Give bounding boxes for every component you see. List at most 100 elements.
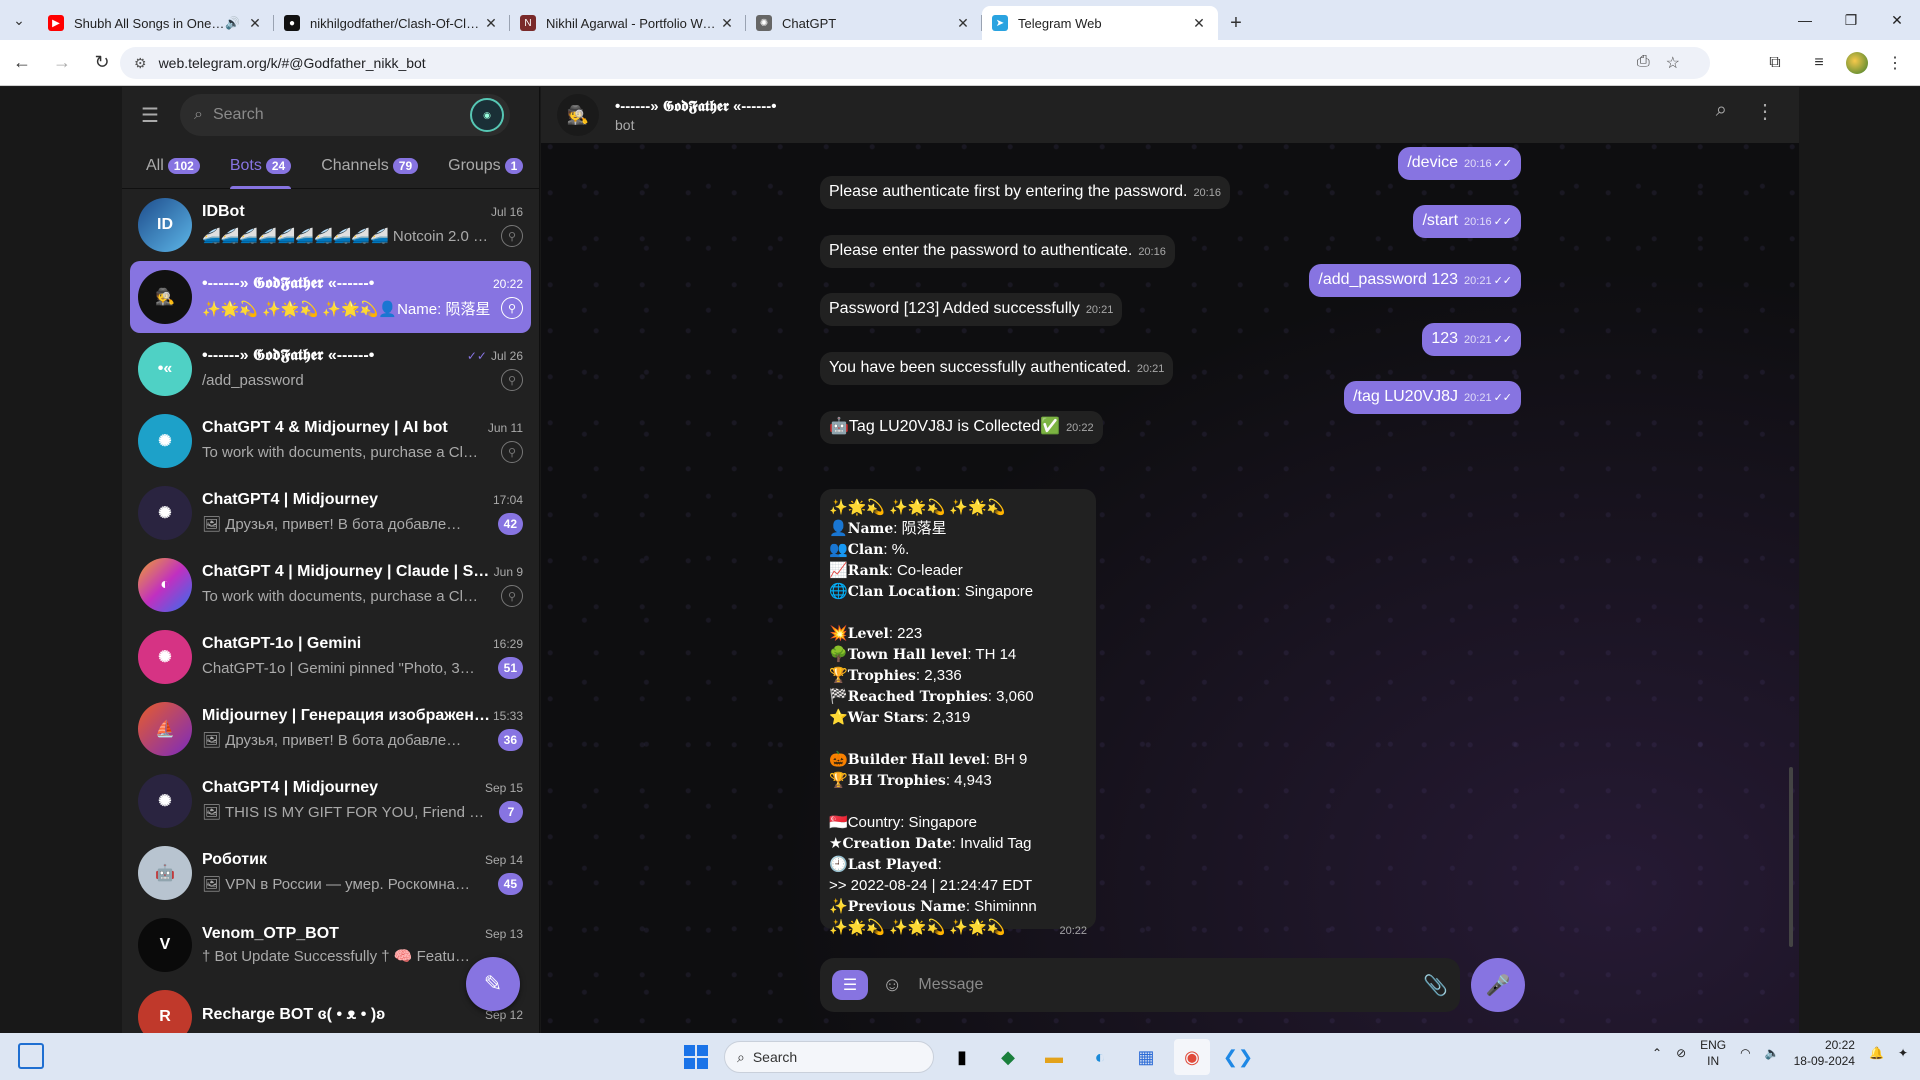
chat-list-item[interactable]: ✺ ChatGPT 4 & Midjourney | AI bot Jun 11 …: [130, 405, 531, 477]
install-app-icon[interactable]: ⎙: [1637, 53, 1650, 73]
main-menu-icon[interactable]: ☰: [132, 97, 168, 133]
clock[interactable]: 20:22 18-09-2024: [1794, 1037, 1855, 1069]
extensions-icon[interactable]: ⧉: [1758, 46, 1792, 80]
outgoing-message[interactable]: /start 20:16 ✓✓: [1413, 205, 1521, 238]
outgoing-message[interactable]: /tag LU20VJ8J 20:21 ✓✓: [1344, 381, 1521, 414]
close-tab-icon[interactable]: ✕: [954, 15, 972, 32]
card-lastplayed-row: 🕘Last Played:: [829, 856, 942, 873]
search-icon[interactable]: ⌕: [1716, 99, 1727, 124]
chat-header[interactable]: 🕵 •------» 𝕲𝖔𝖉𝕱𝖆𝖙𝖍𝖊𝖗 «------• bot ⌕ ⋮: [541, 87, 1799, 143]
chat-meta: Jun 9: [494, 563, 523, 581]
notification-icon[interactable]: 🔔: [1869, 1046, 1884, 1060]
close-tab-icon[interactable]: ✕: [482, 15, 500, 32]
search-input[interactable]: ⌕ Search ◉: [180, 94, 510, 136]
new-tab-button[interactable]: +: [1218, 6, 1254, 40]
folder-tab[interactable]: Bots 24: [229, 143, 292, 189]
chevron-up-icon[interactable]: ⌃: [1652, 1046, 1662, 1060]
chat-item-bottom: To work with documents, purchase a Cl… ⚲: [202, 585, 523, 607]
chat-time: Sep 13: [484, 927, 523, 941]
incoming-message[interactable]: Please enter the password to authenticat…: [820, 235, 1175, 268]
outgoing-message[interactable]: /add_password 123 20:21 ✓✓: [1309, 264, 1521, 297]
forward-button[interactable]: →: [44, 45, 80, 81]
taskbar-apps: ⌕ Search ▮ ◆ ▬ ◐ ▦ ◉ ❮❯: [678, 1039, 1256, 1075]
vscode-icon[interactable]: ❮❯: [1220, 1039, 1256, 1075]
folder-tab[interactable]: Channels 79: [321, 143, 419, 189]
chat-list-item[interactable]: ✺ ChatGPT4 | Midjourney Sep 15 🖼 THIS IS …: [130, 765, 531, 837]
chat-avatar[interactable]: 🕵: [557, 94, 599, 136]
profile-avatar[interactable]: [1846, 52, 1868, 74]
chat-list-item[interactable]: ◐ ChatGPT 4 | Midjourney | Claude | Suno…: [130, 549, 531, 621]
window-controls: — ❐ ✕: [1782, 0, 1920, 40]
wifi-icon[interactable]: ◠: [1740, 1046, 1750, 1060]
copilot-tray-icon[interactable]: ✦: [1898, 1046, 1908, 1060]
chat-meta: Sep 13: [485, 925, 523, 943]
chat-list-item[interactable]: ⛵ Midjourney | Генерация изображений 15:3…: [130, 693, 531, 765]
folder-tab[interactable]: Groups 1: [448, 143, 524, 189]
store-icon[interactable]: ▦: [1128, 1039, 1164, 1075]
browser-menu-icon[interactable]: ⋮: [1878, 46, 1912, 80]
copilot-icon[interactable]: ◆: [990, 1039, 1026, 1075]
folder-count-badge: 24: [265, 157, 292, 174]
chat-time: Jul 16: [490, 205, 523, 219]
start-button[interactable]: [678, 1039, 714, 1075]
emoji-icon[interactable]: ☺: [882, 974, 902, 997]
voice-record-button[interactable]: 🎤: [1471, 958, 1525, 1012]
back-button[interactable]: ←: [4, 45, 40, 81]
card-value: Country: Singapore: [847, 814, 977, 831]
taskbar-search[interactable]: ⌕ Search: [724, 1041, 934, 1073]
tab-search-button[interactable]: ⌄: [0, 0, 38, 40]
chat-item-bottom: 🚄🚄🚄🚄🚄🚄🚄🚄🚄🚄 Notcoin 2.0 – … ⚲: [202, 225, 523, 247]
minimize-button[interactable]: —: [1782, 0, 1828, 40]
network-off-icon[interactable]: ⊘: [1676, 1046, 1686, 1060]
close-tab-icon[interactable]: ✕: [718, 15, 736, 32]
file-explorer-icon[interactable]: ▬: [1036, 1039, 1072, 1075]
restore-button[interactable]: ❐: [1828, 0, 1874, 40]
tab-title: ChatGPT: [782, 15, 837, 31]
browser-tab[interactable]: N Nikhil Agarwal - Portfolio Webs ✕: [510, 6, 746, 40]
audio-icon[interactable]: 🔊: [225, 16, 240, 30]
omnibox[interactable]: ⚙ web.telegram.org/k/#@Godfather_nikk_bo…: [120, 47, 1710, 79]
browser-tab[interactable]: ● nikhilgodfather/Clash-Of-Clans ✕: [274, 6, 510, 40]
outgoing-message[interactable]: /device 20:16 ✓✓: [1398, 147, 1521, 180]
bookmark-star-icon[interactable]: ☆: [1666, 53, 1680, 73]
chat-scrollbar[interactable]: [1789, 767, 1793, 947]
incoming-message[interactable]: Password [123] Added successfully 20:21: [820, 293, 1123, 326]
close-window-button[interactable]: ✕: [1874, 0, 1920, 40]
close-tab-icon[interactable]: ✕: [246, 15, 264, 32]
new-message-button[interactable]: ✎: [466, 957, 520, 1011]
widgets-icon[interactable]: [18, 1043, 44, 1069]
volume-icon[interactable]: 🔈: [1765, 1046, 1780, 1060]
site-info-icon[interactable]: ⚙: [134, 55, 147, 72]
media-controls-icon[interactable]: ≡: [1802, 46, 1836, 80]
edge-icon[interactable]: ◐: [1082, 1039, 1118, 1075]
story-avatar[interactable]: ◉: [470, 98, 504, 132]
chat-list-item[interactable]: ✺ ChatGPT4 | Midjourney 17:04 🖼 Друзья, п…: [130, 477, 531, 549]
chat-name: ChatGPT4 | Midjourney: [202, 779, 379, 796]
close-tab-icon[interactable]: ✕: [1190, 15, 1208, 32]
browser-tab[interactable]: ✺ ChatGPT ✕: [746, 6, 982, 40]
chat-list-item[interactable]: 🤖 Роботик Sep 14 🖼 VPN в России — умер. Р…: [130, 837, 531, 909]
incoming-message[interactable]: Please authenticate first by entering th…: [820, 176, 1230, 209]
chrome-icon[interactable]: ◉: [1174, 1039, 1210, 1075]
chat-list-item[interactable]: ✺ ChatGPT-1o | Gemini 16:29 ChatGPT-1o | …: [130, 621, 531, 693]
attach-icon[interactable]: 📎: [1423, 973, 1448, 998]
chat-list-item[interactable]: ID IDBot Jul 16 🚄🚄🚄🚄🚄🚄🚄🚄🚄🚄 Notcoin 2.0 – …: [130, 189, 531, 261]
incoming-message[interactable]: 🤖Tag LU20VJ8J is Collected✅ 20:22: [820, 411, 1103, 444]
folder-count-badge: 1: [504, 157, 524, 174]
chat-list-item[interactable]: •« •------» 𝕲𝖔𝖉𝕱𝖆𝖙𝖍𝖊𝖗 «------• ✓✓ Jul 26 /…: [130, 333, 531, 405]
language-indicator[interactable]: ENG IN: [1700, 1037, 1726, 1069]
chat-list-item[interactable]: 🕵 •------» 𝕲𝖔𝖉𝕱𝖆𝖙𝖍𝖊𝖗 «------• 20:22 ✨🌟💫 ✨…: [130, 261, 531, 333]
reload-button[interactable]: ↻: [84, 45, 120, 81]
tab-favicon-icon: ✺: [756, 15, 772, 31]
bot-menu-button[interactable]: ☰: [832, 970, 868, 1000]
message-input[interactable]: [918, 976, 1424, 994]
task-view-icon[interactable]: ▮: [944, 1039, 980, 1075]
browser-tab[interactable]: ▶ Shubh All Songs in One Vid 🔊 ✕: [38, 6, 274, 40]
chat-item-top: ChatGPT 4 | Midjourney | Claude | Suno Ju…: [202, 563, 523, 581]
browser-tab[interactable]: ➤ Telegram Web ✕: [982, 6, 1218, 40]
outgoing-message[interactable]: 123 20:21 ✓✓: [1422, 323, 1521, 356]
chat-item-bottom: 🖼 Друзья, привет! В бота добавле… 42: [202, 513, 523, 535]
incoming-message[interactable]: You have been successfully authenticated…: [820, 352, 1174, 385]
more-menu-icon[interactable]: ⋮: [1755, 99, 1775, 124]
folder-tab[interactable]: All 102: [146, 143, 200, 189]
